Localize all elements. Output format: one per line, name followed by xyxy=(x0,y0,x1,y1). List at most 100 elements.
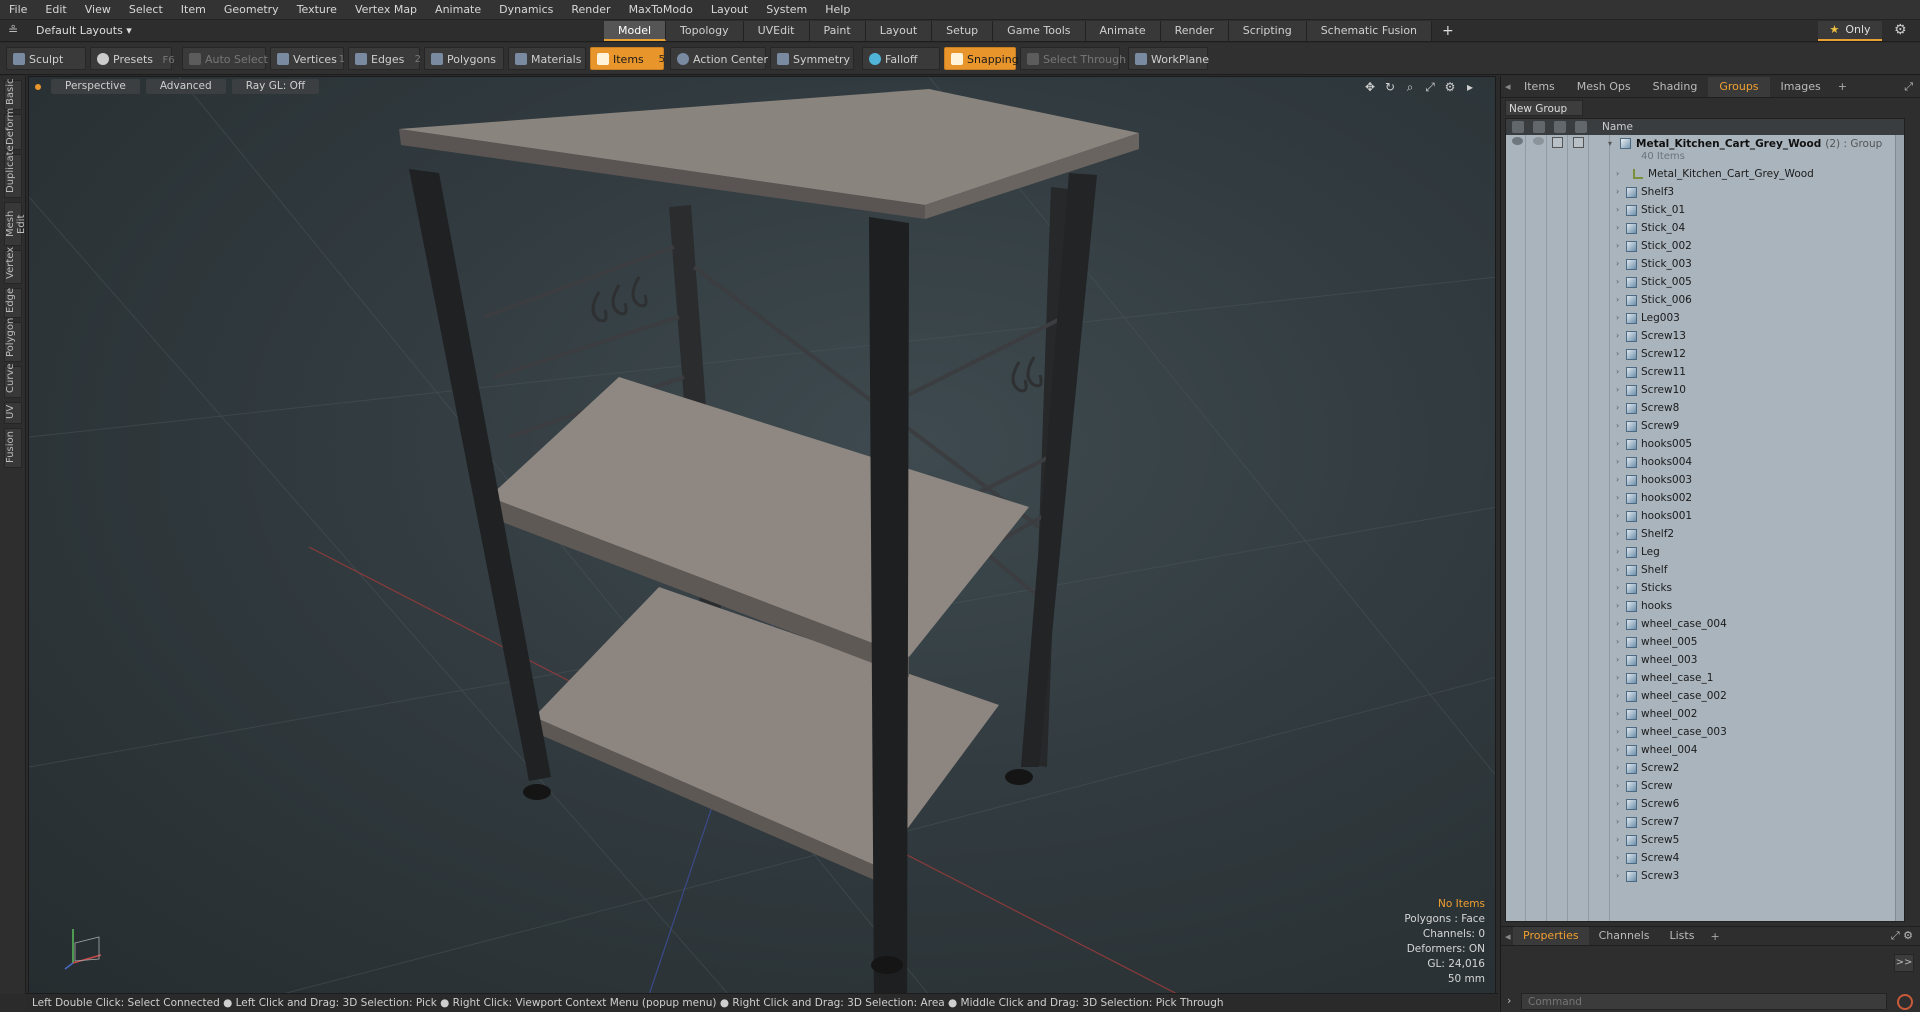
tab-setup[interactable]: Setup xyxy=(932,21,994,41)
new-group-button[interactable]: New Group xyxy=(1505,100,1583,116)
menu-item-file[interactable]: File xyxy=(0,0,36,20)
left-tab-edge[interactable]: Edge xyxy=(4,288,22,318)
tab-shading[interactable]: Shading xyxy=(1642,77,1709,97)
expand-button[interactable]: >> xyxy=(1894,954,1914,972)
3d-viewport[interactable]: Perspective Advanced Ray GL: Off ✥ ↻ ⌕ ⤢… xyxy=(28,76,1496,994)
add-tab-button[interactable]: + xyxy=(1432,21,1464,41)
list-item[interactable]: › wheel_005 xyxy=(1506,633,1904,651)
tab-mesh-ops[interactable]: Mesh Ops xyxy=(1566,77,1642,97)
list-item[interactable]: › Screw xyxy=(1506,777,1904,795)
tab-items[interactable]: Items xyxy=(1513,77,1566,97)
list-item[interactable]: › hooks004 xyxy=(1506,453,1904,471)
expand-caret-icon[interactable]: › xyxy=(1616,705,1619,723)
expand-caret-icon[interactable]: › xyxy=(1616,759,1619,777)
tab-lists[interactable]: Lists xyxy=(1660,927,1705,945)
expand-caret-icon[interactable]: › xyxy=(1616,273,1619,291)
expand-caret-icon[interactable]: › xyxy=(1616,651,1619,669)
list-item[interactable]: › hooks003 xyxy=(1506,471,1904,489)
fit-view-icon[interactable]: ⤢ xyxy=(1423,80,1437,95)
rotate-view-icon[interactable]: ↻ xyxy=(1383,80,1397,95)
visibility-column-icon[interactable] xyxy=(1512,121,1524,133)
list-item[interactable]: › Screw6 xyxy=(1506,795,1904,813)
list-item[interactable]: › Leg xyxy=(1506,543,1904,561)
tab-channels[interactable]: Channels xyxy=(1589,927,1660,945)
viewport-expand-icon[interactable]: ▸ xyxy=(1463,80,1477,95)
panel-menu-icon[interactable]: ◂ xyxy=(1501,930,1513,943)
expand-caret-icon[interactable]: › xyxy=(1616,597,1619,615)
snapping-button[interactable]: Snapping xyxy=(944,47,1019,70)
symmetry-button[interactable]: Symmetry xyxy=(770,47,854,70)
left-tab-curve[interactable]: Curve xyxy=(4,363,22,398)
expand-caret-icon[interactable]: › xyxy=(1616,831,1619,849)
groups-list-scrollbar[interactable] xyxy=(1895,135,1904,921)
menu-item-vertex-map[interactable]: Vertex Map xyxy=(346,0,426,20)
list-item[interactable]: › Screw4 xyxy=(1506,849,1904,867)
expand-caret-icon[interactable]: › xyxy=(1616,363,1619,381)
vertices-button[interactable]: Vertices 1 xyxy=(270,47,345,70)
expand-caret-icon[interactable]: › xyxy=(1616,849,1619,867)
expand-caret-icon[interactable]: › xyxy=(1616,687,1619,705)
menu-item-select[interactable]: Select xyxy=(120,0,172,20)
expand-caret-icon[interactable]: › xyxy=(1616,579,1619,597)
expand-caret-icon[interactable]: › xyxy=(1616,237,1619,255)
materials-button[interactable]: Materials xyxy=(508,47,586,70)
list-item[interactable]: › wheel_case_003 xyxy=(1506,723,1904,741)
layout-icon[interactable]: ≗ xyxy=(8,23,22,37)
list-item[interactable]: › Stick_005 xyxy=(1506,273,1904,291)
list-item[interactable]: › Screw7 xyxy=(1506,813,1904,831)
expand-caret-icon[interactable]: › xyxy=(1616,165,1619,183)
maximize-panel-icon[interactable]: ⤢ xyxy=(1904,80,1913,94)
list-item[interactable]: › wheel_case_004 xyxy=(1506,615,1904,633)
expand-caret-icon[interactable]: › xyxy=(1616,381,1619,399)
list-item[interactable]: › Stick_04 xyxy=(1506,219,1904,237)
menu-item-system[interactable]: System xyxy=(757,0,816,20)
list-item[interactable]: › hooks005 xyxy=(1506,435,1904,453)
view-type-dropdown[interactable]: Perspective xyxy=(51,79,140,94)
polygons-button[interactable]: Polygons xyxy=(424,47,504,70)
expand-caret-icon[interactable]: › xyxy=(1616,435,1619,453)
panel-menu-icon[interactable]: ◂ xyxy=(1501,80,1513,93)
left-tab-duplicate[interactable]: Duplicate xyxy=(4,145,22,198)
list-item[interactable]: › Shelf xyxy=(1506,561,1904,579)
collapse-caret-icon[interactable]: ▾ xyxy=(1608,135,1612,153)
expand-caret-icon[interactable]: › xyxy=(1616,615,1619,633)
menu-item-edit[interactable]: Edit xyxy=(36,0,75,20)
expand-caret-icon[interactable]: › xyxy=(1616,561,1619,579)
list-item[interactable]: › Stick_003 xyxy=(1506,255,1904,273)
edges-button[interactable]: Edges 2 xyxy=(348,47,421,70)
menu-item-layout[interactable]: Layout xyxy=(702,0,757,20)
list-item[interactable]: › wheel_002 xyxy=(1506,705,1904,723)
tab-scripting[interactable]: Scripting xyxy=(1228,21,1307,41)
group-row[interactable]: ▾ Metal_Kitchen_Cart_Grey_Wood (2) : Grou… xyxy=(1506,135,1904,165)
menu-item-view[interactable]: View xyxy=(76,0,120,20)
viewport-settings-icon[interactable]: ⚙ xyxy=(1443,80,1457,95)
render-eye-icon[interactable] xyxy=(1533,137,1544,145)
left-tab-vertex[interactable]: Vertex xyxy=(4,247,22,284)
items-button[interactable]: Items 5 xyxy=(590,47,665,70)
tab-render[interactable]: Render xyxy=(1160,21,1229,41)
left-tab-mesh-edit[interactable]: Mesh Edit xyxy=(4,202,27,246)
expand-caret-icon[interactable]: › xyxy=(1616,723,1619,741)
layout-dropdown[interactable]: Default Layouts ▾ xyxy=(36,20,132,42)
menu-item-render[interactable]: Render xyxy=(562,0,619,20)
expand-caret-icon[interactable]: › xyxy=(1616,543,1619,561)
select-through-button[interactable]: Select Through xyxy=(1020,47,1126,70)
expand-caret-icon[interactable]: › xyxy=(1616,867,1619,885)
list-item[interactable]: › Stick_01 xyxy=(1506,201,1904,219)
list-item[interactable]: › wheel_004 xyxy=(1506,741,1904,759)
menu-item-texture[interactable]: Texture xyxy=(288,0,346,20)
list-item[interactable]: › Stick_006 xyxy=(1506,291,1904,309)
expand-caret-icon[interactable]: › xyxy=(1616,453,1619,471)
list-item[interactable]: › Metal_Kitchen_Cart_Grey_Wood xyxy=(1506,165,1904,183)
list-item[interactable]: › Sticks xyxy=(1506,579,1904,597)
action-center-button[interactable]: Action Center xyxy=(670,47,768,70)
expand-caret-icon[interactable]: › xyxy=(1616,345,1619,363)
left-tab-basic[interactable]: Basic xyxy=(4,79,22,110)
menu-item-dynamics[interactable]: Dynamics xyxy=(490,0,562,20)
list-item[interactable]: › Stick_002 xyxy=(1506,237,1904,255)
viewport-menu-dot[interactable] xyxy=(35,84,41,90)
select-checkbox[interactable] xyxy=(1573,137,1584,148)
command-stop-icon[interactable] xyxy=(1897,994,1913,1010)
panel-settings-icon[interactable]: ⤢ ⚙ xyxy=(1891,929,1913,943)
menu-item-item[interactable]: Item xyxy=(172,0,215,20)
